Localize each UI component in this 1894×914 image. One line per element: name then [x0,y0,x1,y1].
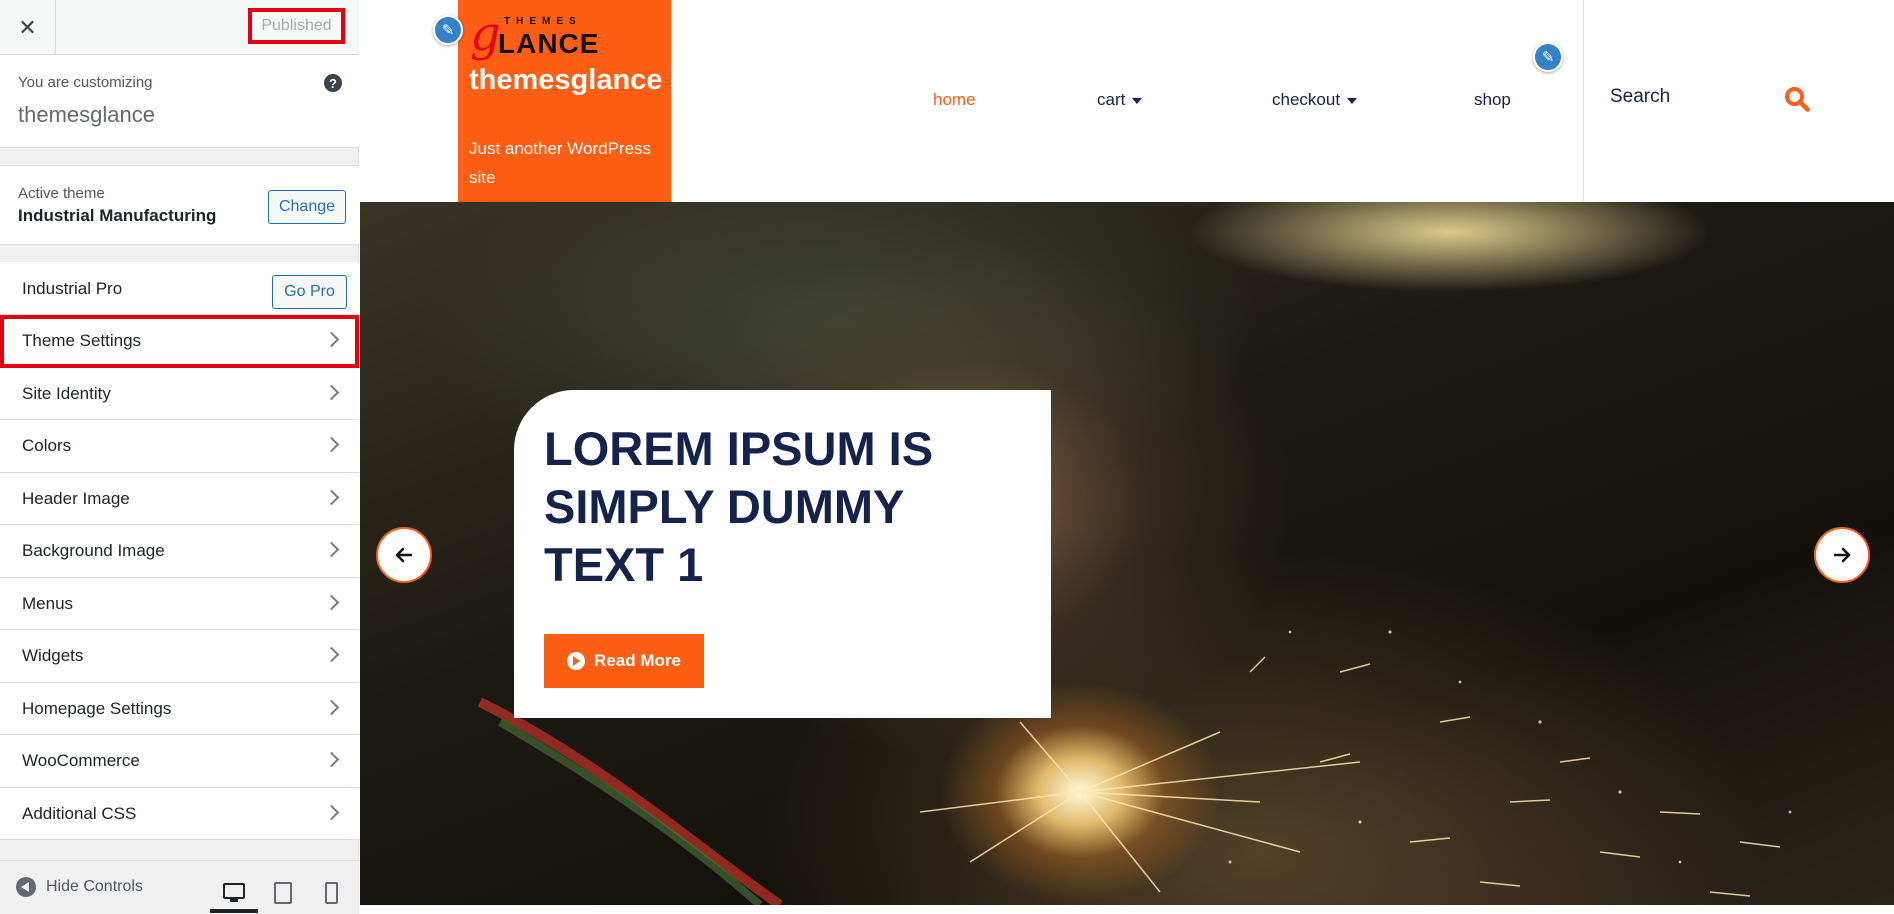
industrial-pro-row: Industrial Pro Go Pro [0,262,359,315]
customizing-info: You are customizing themesglance ? [0,55,359,148]
panel-label: Widgets [22,646,84,665]
tablet-icon [274,882,292,904]
chevron-right-icon [323,646,340,663]
site-branding: g THEMES LANCE themesglance Just another… [458,0,671,202]
active-theme-section: Active theme Industrial Manufacturing Ch… [0,165,359,245]
preview-desktop-button[interactable] [210,873,258,913]
arrow-right-icon [1833,547,1851,563]
customizing-label: You are customizing [18,74,153,91]
site-logo[interactable]: g THEMES LANCE [470,6,610,62]
nav-cart[interactable]: cart [1097,90,1143,110]
edit-branding-shortcut[interactable]: ✎ [433,15,463,45]
mobile-icon [324,882,338,904]
read-more-button[interactable]: Read More [544,634,704,688]
panel-additional-css[interactable]: Additional CSS [0,787,359,840]
panel-label: Theme Settings [22,331,142,350]
customizer-sidebar: ✕ Published You are customizing themesgl… [0,0,359,914]
search-icon[interactable] [1784,86,1810,112]
close-icon: ✕ [18,14,37,40]
chevron-right-icon [323,384,340,400]
chevron-right-icon [323,541,340,558]
panel-label: Header Image [22,488,130,508]
chevron-right-icon [323,331,340,348]
slider-prev-button[interactable] [376,527,432,583]
site-title[interactable]: themesglance [469,62,665,98]
panel-label: Colors [22,436,72,455]
published-button[interactable]: Published [248,8,345,44]
close-customizer-button[interactable]: ✕ [0,0,56,55]
change-theme-button[interactable]: Change [268,190,346,224]
edit-menu-shortcut[interactable]: ✎ [1533,42,1563,72]
nav-label: cart [1097,90,1126,109]
hide-controls-label: Hide Controls [46,878,143,895]
panel-label: Menus [22,593,74,613]
active-theme-label: Active theme [18,185,105,202]
pencil-icon: ✎ [1541,49,1555,66]
panel-label: Additional CSS [22,803,137,823]
search-input[interactable] [1610,86,1760,108]
nav-label: home [933,90,976,109]
nav-home[interactable]: home [933,90,976,110]
collapse-arrow-icon [16,877,36,897]
preview-tablet-button[interactable] [259,873,307,913]
panel-label: WooCommerce [22,751,140,770]
panel-woocommerce[interactable]: WooCommerce [0,735,359,788]
panel-colors[interactable]: Colors [0,420,359,473]
panel-label: Site Identity [22,383,111,403]
go-pro-button[interactable]: Go Pro [272,275,347,309]
nav-shop[interactable]: shop [1474,90,1511,110]
desktop-icon [223,883,245,902]
site-preview: g THEMES LANCE themesglance Just another… [360,0,1894,914]
logo-top-text: THEMES [504,16,582,27]
nav-label: checkout [1272,90,1341,109]
logo-letter: g [470,6,501,62]
chevron-right-icon [323,804,340,820]
nav-checkout[interactable]: checkout [1272,90,1358,110]
chevron-right-icon [323,436,340,453]
arrow-left-icon [395,547,413,563]
chevron-right-icon [323,594,340,610]
slide-title: LOREM IPSUM IS SIMPLY DUMMY TEXT 1 [544,422,934,591]
slide-caption-card: LOREM IPSUM IS SIMPLY DUMMY TEXT 1 Read … [514,390,1051,718]
logo-bottom-text: LANCE [498,28,600,59]
panel-site-identity[interactable]: Site Identity [0,367,359,420]
site-name: themesglance [18,102,155,127]
slider-next-button[interactable] [1814,527,1870,583]
hero-slider: LOREM IPSUM IS SIMPLY DUMMY TEXT 1 Read … [360,202,1894,905]
panel-widgets[interactable]: Widgets [0,630,359,683]
panel-theme-settings[interactable]: Theme Settings [0,315,359,368]
panel-header-image[interactable]: Header Image [0,472,359,525]
panel-label: Homepage Settings [22,698,172,718]
caret-down-icon [1132,97,1143,104]
panel-label: Background Image [22,541,165,560]
preview-mobile-button[interactable] [307,873,355,913]
hide-controls-button[interactable]: Hide Controls [16,877,143,897]
help-icon[interactable]: ? [324,74,342,92]
chevron-right-icon [323,751,340,768]
sidebar-footer: Hide Controls [0,860,359,914]
active-theme-name: Industrial Manufacturing [18,206,217,225]
site-description: Just another WordPress site [469,139,652,187]
industrial-pro-label: Industrial Pro [22,279,123,298]
share-arrow-icon [567,652,586,670]
sidebar-header: ✕ Published [0,0,359,55]
panel-menus[interactable]: Menus [0,577,359,630]
panel-background-image[interactable]: Background Image [0,525,359,578]
panel-homepage-settings[interactable]: Homepage Settings [0,682,359,735]
panel-list: Industrial Pro Go Pro Theme Settings Sit… [0,262,359,840]
chevron-right-icon [323,489,340,505]
nav-label: shop [1474,90,1511,109]
chevron-right-icon [323,699,340,715]
read-more-label: Read More [594,651,681,670]
caret-down-icon [1347,97,1358,104]
pencil-icon: ✎ [441,22,455,39]
header-search [1583,0,1894,202]
